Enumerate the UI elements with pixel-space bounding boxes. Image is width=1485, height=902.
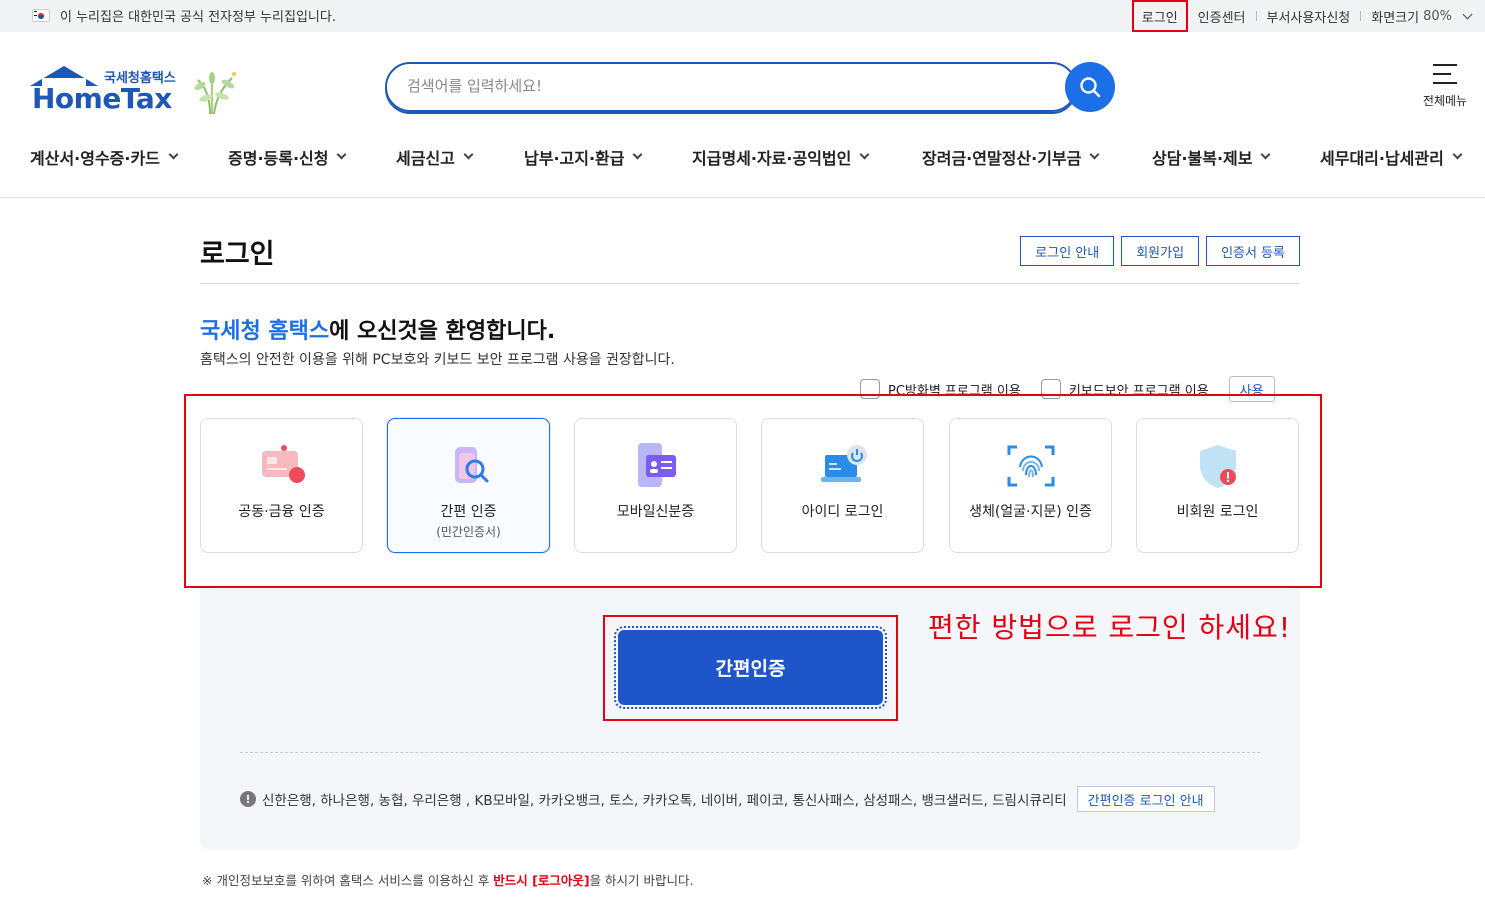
cert-center-link[interactable]: 인증센터 [1198,7,1246,26]
zoom-value[interactable]: 80% [1423,9,1452,24]
hometax-logo[interactable]: 국세청홈택스 HomeTax [30,64,245,116]
logo-text: HomeTax [32,82,172,115]
highlight-box [603,615,898,721]
all-menu-button[interactable]: 전체메뉴 [1420,64,1470,109]
all-menu-label: 전체메뉴 [1422,94,1468,108]
search-input[interactable] [407,77,1027,95]
divider [200,283,1300,284]
welcome-highlight: 국세청 홈택스 [200,319,330,344]
annotation-text: 편한 방법으로 로그인 하세요! [928,611,1292,644]
gov-notice: 이 누리집은 대한민국 공식 전자정부 누리집입니다. [32,6,336,25]
welcome-text: 에 오신것을 환영합니다. [329,319,556,344]
top-utility-bar: 이 누리집은 대한민국 공식 전자정부 누리집입니다. 로그인 인증센터 부서사… [0,0,1485,32]
global-nav: 계산서·영수증·카드 증명·등록·신청 세금신고 납부·고지·환급 지급명세·자… [0,140,1485,198]
simple-auth-guide-button[interactable]: 간편인증 로그인 안내 [1076,786,1215,812]
gnb-item-consult[interactable]: 상담·불복·제보 [1152,145,1271,169]
chevron-down-icon[interactable] [1462,9,1473,19]
korea-flag-icon [32,9,50,22]
logout-notice: ※ 개인정보보호를 위하여 홈택스 서비스를 이용하신 후 반드시 [로그아웃]… [202,873,694,888]
gnb-item-incentive[interactable]: 장려금·연말정산·기부금 [922,145,1100,169]
chevron-down-icon [1452,149,1463,160]
chevron-down-icon [168,149,179,160]
gnb-item-tax-return[interactable]: 세금신고 [396,145,474,169]
login-link[interactable]: 로그인 [1131,0,1188,32]
dept-user-link[interactable]: 부서사용자신청 [1267,7,1351,26]
welcome-heading: 국세청 홈택스에 오신것을 환영합니다. [200,313,555,345]
login-top-buttons: 로그인 안내 회원가입 인증서 등록 [1020,236,1300,266]
chevron-down-icon [463,149,474,160]
search-button[interactable] [1065,62,1115,112]
login-guide-button[interactable]: 로그인 안내 [1020,236,1115,266]
chevron-down-icon [859,149,870,160]
hamburger-icon [1433,64,1457,84]
divider [240,752,1260,753]
search-box[interactable] [385,62,1077,112]
security-description: 홈택스의 안전한 이용을 위해 PC보호와 키보드 보안 프로그램 사용을 권장… [200,352,675,368]
divider [1255,11,1257,21]
chevron-down-icon [1089,149,1100,160]
divider [1360,11,1362,21]
info-icon: ! [240,791,256,807]
signup-button[interactable]: 회원가입 [1121,236,1200,266]
highlight-box [184,394,1322,588]
chevron-down-icon [1261,149,1271,160]
cert-register-button[interactable]: 인증서 등록 [1206,236,1300,266]
search-icon [1080,77,1101,98]
gnb-item-certificate[interactable]: 증명·등록·신청 [228,145,347,169]
zoom-label[interactable]: 화면크기 [1371,7,1419,26]
plant-illustration-icon [194,72,236,115]
provider-info: ! 신한은행, 하나은행, 농협, 우리은행 , KB모바일, 카카오뱅크, 토… [240,786,1215,812]
provider-list: 신한은행, 하나은행, 농협, 우리은행 , KB모바일, 카카오뱅크, 토스,… [262,793,1067,809]
chevron-down-icon [337,149,347,160]
chevron-down-icon [633,149,643,160]
gnb-item-payment[interactable]: 납부·고지·환급 [524,145,643,169]
gov-notice-text: 이 누리집은 대한민국 공식 전자정부 누리집입니다. [60,10,336,25]
gnb-item-invoice[interactable]: 계산서·영수증·카드 [30,145,179,169]
utility-links: 로그인 인증센터 부서사용자신청 화면크기 80% [1131,0,1473,32]
gnb-item-agent[interactable]: 세무대리·납세관리 [1320,145,1463,169]
gnb-item-statement[interactable]: 지급명세·자료·공익법인 [692,145,870,169]
page-title: 로그인 [200,239,275,270]
